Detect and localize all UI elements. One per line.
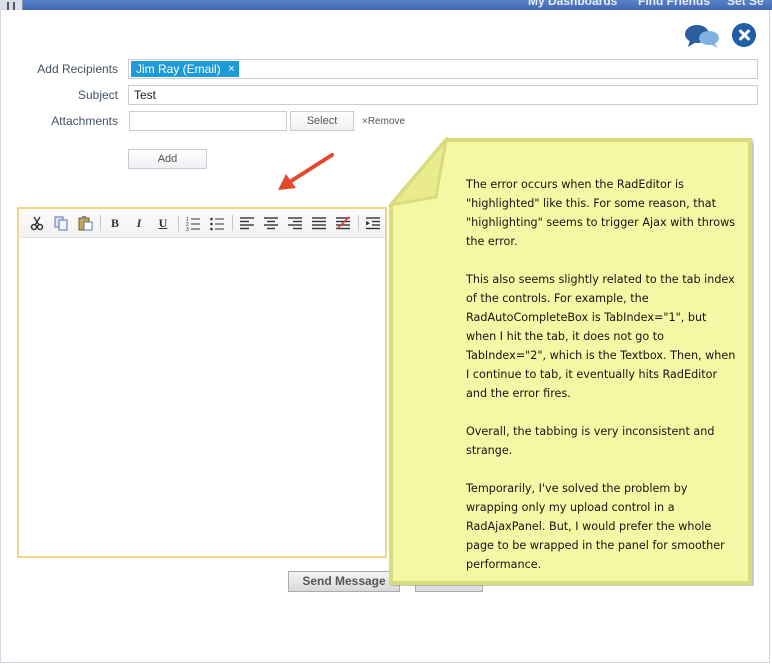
recipient-token-label: Jim Ray (Email) <box>136 62 221 76</box>
strikethrough-icon[interactable] <box>335 215 351 231</box>
annotation-arrow <box>278 153 334 190</box>
recipients-autocomplete[interactable]: Jim Ray (Email) × <box>128 59 758 79</box>
token-remove-icon[interactable]: × <box>228 61 234 77</box>
toolbar-separator <box>100 215 101 231</box>
select-file-button[interactable]: Select <box>290 111 354 131</box>
justify-icon[interactable] <box>311 215 327 231</box>
italic-button[interactable]: I <box>131 215 147 231</box>
cut-icon[interactable] <box>29 215 45 231</box>
toolbar-separator <box>178 215 179 231</box>
note-paragraph: Temporarily, I've solved the problem by … <box>466 482 725 571</box>
align-center-icon[interactable] <box>263 215 279 231</box>
toolbar-separator <box>358 215 359 231</box>
rich-text-editor[interactable]: B I U 123 <box>17 207 387 558</box>
add-attachment-button[interactable]: Add <box>128 149 207 169</box>
numbered-list-icon[interactable]: 123 <box>185 215 201 231</box>
note-paragraph: Overall, the tabbing is very inconsisten… <box>466 425 715 457</box>
recipient-token[interactable]: Jim Ray (Email) × <box>131 61 239 77</box>
note-paragraph: The error occurs when the RadEditor is "… <box>466 178 736 248</box>
sticky-note-annotation: The error occurs when the RadEditor is "… <box>388 137 754 586</box>
underline-button[interactable]: U <box>155 215 171 231</box>
attachments-label: Attachments <box>51 114 118 128</box>
add-recipients-label: Add Recipients <box>37 62 118 76</box>
close-icon[interactable] <box>732 23 756 47</box>
nav-find-friends[interactable]: Find Friends <box>638 0 710 8</box>
chat-bubbles-icon[interactable] <box>684 24 720 48</box>
top-navigation-bar: My Dashboards Find Friends Set Se <box>0 0 772 10</box>
paste-icon[interactable] <box>77 215 93 231</box>
send-message-button[interactable]: Send Message <box>288 571 400 592</box>
menu-handle-icon[interactable] <box>0 0 23 10</box>
toolbar-separator <box>232 215 233 231</box>
sticky-note-text: The error occurs when the RadEditor is "… <box>466 175 736 593</box>
align-left-icon[interactable] <box>239 215 255 231</box>
subject-value: Test <box>134 88 157 102</box>
remove-attachment-link[interactable]: ×Remove <box>362 116 405 127</box>
bulleted-list-icon[interactable] <box>209 215 225 231</box>
editor-toolbar: B I U 123 <box>19 209 385 238</box>
subject-label: Subject <box>77 88 118 102</box>
copy-icon[interactable] <box>53 215 69 231</box>
nav-settings[interactable]: Set Se <box>727 0 764 8</box>
attachment-file-input[interactable] <box>129 111 287 131</box>
subject-input[interactable]: Test <box>128 85 758 105</box>
note-paragraph: This also seems slightly related to the … <box>466 273 736 400</box>
svg-text:3: 3 <box>186 227 189 231</box>
nav-my-dashboards[interactable]: My Dashboards <box>528 0 617 8</box>
align-right-icon[interactable] <box>287 215 303 231</box>
indent-icon[interactable] <box>365 215 381 231</box>
bold-button[interactable]: B <box>107 215 123 231</box>
